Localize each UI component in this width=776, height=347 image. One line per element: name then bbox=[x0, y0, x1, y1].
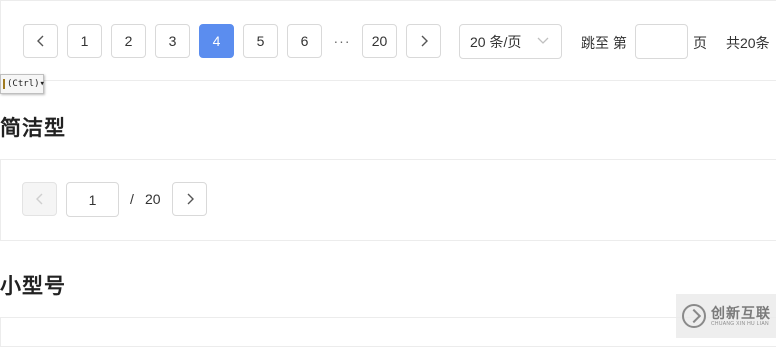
page-button-1[interactable]: 1 bbox=[67, 24, 102, 58]
page-button-2[interactable]: 2 bbox=[111, 24, 146, 58]
jump-suffix-label: 页 bbox=[693, 35, 707, 51]
next-page-button[interactable] bbox=[406, 24, 441, 58]
more-pages-ellipsis[interactable]: ··· bbox=[330, 24, 354, 58]
brand-watermark: 创新互联 CHUANG XIN HU LIAN bbox=[676, 294, 776, 338]
chevron-right-icon bbox=[187, 193, 194, 205]
pagination-panel-small bbox=[0, 317, 776, 347]
page-button-last[interactable]: 20 bbox=[362, 24, 397, 58]
chevron-right-icon bbox=[421, 35, 428, 47]
jump-page-input[interactable] bbox=[635, 24, 688, 59]
chevron-down-icon bbox=[537, 37, 549, 44]
pagination-panel-full: 1 2 3 4 5 6 ··· 20 20 条/页 跳至 第 页 共20条 bbox=[0, 0, 776, 81]
prev-page-button[interactable] bbox=[23, 24, 58, 58]
page-size-select[interactable]: 20 条/页 bbox=[459, 24, 562, 59]
paste-options-button[interactable]: (Ctrl)▾ bbox=[0, 74, 45, 94]
chevron-left-icon bbox=[36, 35, 43, 47]
watermark-main-text: 创新互联 bbox=[711, 304, 771, 321]
simple-next-button[interactable] bbox=[172, 182, 207, 216]
page-button-3[interactable]: 3 bbox=[155, 24, 190, 58]
section-title-simple: 简洁型 bbox=[0, 117, 66, 140]
simple-total-pages: 20 bbox=[145, 191, 161, 207]
watermark-sub-text: CHUANG XIN HU LIAN bbox=[711, 320, 769, 327]
section-title-small: 小型号 bbox=[0, 275, 66, 298]
jump-prefix-label: 跳至 第 bbox=[581, 35, 627, 51]
page-button-6[interactable]: 6 bbox=[287, 24, 322, 58]
page-button-4-active[interactable]: 4 bbox=[199, 24, 234, 58]
clipboard-icon bbox=[3, 79, 5, 89]
paste-options-label: (Ctrl)▾ bbox=[7, 79, 45, 89]
total-count-label: 共20条 bbox=[726, 35, 770, 51]
simple-current-page-input[interactable]: 1 bbox=[66, 182, 119, 217]
simple-prev-button[interactable] bbox=[22, 182, 57, 216]
page-button-5[interactable]: 5 bbox=[243, 24, 278, 58]
chevron-left-icon bbox=[35, 193, 42, 205]
page-separator: / bbox=[130, 191, 134, 207]
page-size-value: 20 条/页 bbox=[470, 33, 522, 50]
brand-logo-icon bbox=[682, 304, 706, 328]
